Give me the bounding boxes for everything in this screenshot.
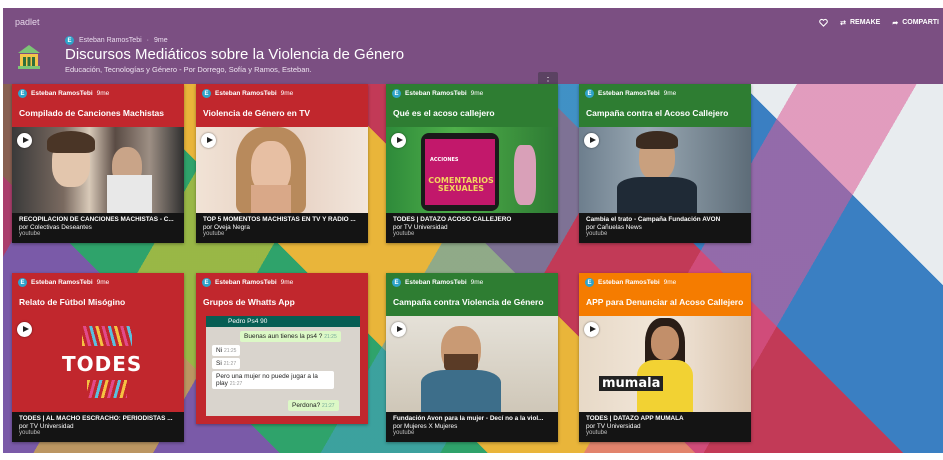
card-title: Violencia de Género en TV bbox=[203, 108, 311, 118]
padlet-board: padlet ⇄ REMAKE ➦ COMPARTI E Esteban Ram… bbox=[3, 8, 943, 453]
card-header: E Esteban RamosTebi 9me Relato de Fútbol M… bbox=[12, 273, 184, 316]
chat-message: Ni 21:25 bbox=[212, 345, 241, 356]
video-thumbnail[interactable]: mumala bbox=[579, 316, 751, 412]
play-icon[interactable] bbox=[201, 133, 216, 148]
remake-icon: ⇄ bbox=[840, 19, 846, 27]
card-header: E Esteban RamosTebi 9me Qué es el acoso ca… bbox=[386, 84, 558, 127]
card-footer: RECOPILACIÓN DE CANCIONES MACHISTAS - C.… bbox=[12, 213, 184, 243]
remake-button[interactable]: ⇄ REMAKE bbox=[840, 19, 880, 27]
play-icon[interactable] bbox=[17, 322, 32, 337]
card-title: APP para Denunciar al Acoso Callejero bbox=[586, 297, 744, 307]
board-description: Educación, Tecnologías y Género - Por Do… bbox=[65, 65, 312, 74]
card-footer: Cambia el trato - Campaña Fundación AVON… bbox=[579, 213, 751, 243]
card-title: Grupos de Whatts App bbox=[203, 297, 295, 307]
avatar[interactable]: E bbox=[65, 36, 74, 45]
avatar: E bbox=[392, 278, 401, 287]
chat-message: Buenas aun tienes la ps4 ? 21:25 bbox=[240, 331, 341, 342]
post-card[interactable]: E Esteban RamosTebi 9me Grupos de Whatts A… bbox=[196, 273, 368, 424]
post-card[interactable]: E Esteban RamosTebi 9me Campaña contra el … bbox=[579, 84, 751, 243]
post-card[interactable]: E Esteban RamosTebi 9me Qué es el acoso ca… bbox=[386, 84, 558, 243]
share-button[interactable]: ➦ COMPARTI bbox=[892, 19, 939, 27]
school-building-icon bbox=[18, 45, 40, 69]
author-name: Esteban RamosTebi bbox=[79, 37, 142, 44]
board-header: padlet ⇄ REMAKE ➦ COMPARTI E Esteban Ram… bbox=[3, 8, 943, 84]
chat-message: Perdona? 21:27 bbox=[288, 400, 339, 411]
play-icon[interactable] bbox=[584, 322, 599, 337]
avatar: E bbox=[18, 89, 27, 98]
card-title: Compilado de Canciones Machistas bbox=[19, 108, 165, 118]
card-footer: Fundación Avon para la mujer - Decí no a… bbox=[386, 412, 558, 442]
avatar: E bbox=[585, 278, 594, 287]
post-time: 9me bbox=[154, 37, 168, 44]
post-card[interactable]: E Esteban RamosTebi 9me Compilado de Canci… bbox=[12, 84, 184, 243]
board-title: Discursos Mediáticos sobre la Violencia … bbox=[65, 46, 405, 63]
video-thumbnail[interactable] bbox=[579, 127, 751, 213]
avatar: E bbox=[392, 89, 401, 98]
card-header: E Esteban RamosTebi 9me Campaña contra el … bbox=[579, 84, 751, 127]
like-button[interactable] bbox=[819, 18, 828, 27]
avatar: E bbox=[202, 89, 211, 98]
post-card[interactable]: E Esteban RamosTebi 9me APP para Denunciar… bbox=[579, 273, 751, 442]
play-icon[interactable] bbox=[391, 133, 406, 148]
share-icon: ➦ bbox=[892, 19, 899, 27]
post-card[interactable]: E Esteban RamosTebi 9me Violencia de Géner… bbox=[196, 84, 368, 243]
video-thumbnail[interactable]: TODES bbox=[12, 316, 184, 412]
video-thumbnail[interactable]: ACCIONES COMENTARIOS SEXUALES bbox=[386, 127, 558, 213]
play-icon[interactable] bbox=[391, 322, 406, 337]
card-title: Campaña contra el Acoso Callejero bbox=[586, 108, 729, 118]
card-header: E Esteban RamosTebi 9me APP para Denunciar… bbox=[579, 273, 751, 316]
heart-icon bbox=[819, 18, 828, 27]
avatar: E bbox=[18, 278, 27, 287]
card-footer: TOP 5 MOMENTOS MACHISTAS EN TV Y RADIO .… bbox=[196, 213, 368, 243]
card-title: Qué es el acoso callejero bbox=[393, 108, 495, 118]
video-thumbnail[interactable] bbox=[12, 127, 184, 213]
card-title: Relato de Fútbol Misógino bbox=[19, 297, 126, 307]
card-header: E Esteban RamosTebi 9me Grupos de Whatts A… bbox=[196, 273, 368, 316]
card-header: E Esteban RamosTebi 9me Compilado de Canci… bbox=[12, 84, 184, 127]
chat-message: Pero una mujer no puede jugar a la play … bbox=[212, 371, 334, 389]
video-thumbnail[interactable] bbox=[196, 127, 368, 213]
header-actions: ⇄ REMAKE ➦ COMPARTI bbox=[819, 18, 939, 27]
video-thumbnail[interactable] bbox=[386, 316, 558, 412]
post-card[interactable]: E Esteban RamosTebi 9me Relato de Fútbol M… bbox=[12, 273, 184, 442]
chat-screenshot: Pedro Ps4 90 Buenas aun tienes la ps4 ? … bbox=[206, 316, 360, 416]
board-author: E Esteban RamosTebi · 9me bbox=[65, 36, 168, 45]
card-header: E Esteban RamosTebi 9me Violencia de Géner… bbox=[196, 84, 368, 127]
play-icon[interactable] bbox=[584, 133, 599, 148]
avatar: E bbox=[202, 278, 211, 287]
post-card[interactable]: E Esteban RamosTebi 9me Campaña contra Vio… bbox=[386, 273, 558, 442]
padlet-logo-text[interactable]: padlet bbox=[15, 17, 40, 27]
card-footer: TODES | DATAZO ACOSO CALLEJERO por TV Un… bbox=[386, 213, 558, 243]
play-icon[interactable] bbox=[17, 133, 32, 148]
card-title: Campaña contra Violencia de Género bbox=[393, 297, 544, 307]
card-footer: TODES | DATAZO APP MUMALA por TV Univers… bbox=[579, 412, 751, 442]
chat-message: Si 21:27 bbox=[212, 358, 241, 369]
avatar: E bbox=[585, 89, 594, 98]
card-header: E Esteban RamosTebi 9me Campaña contra Vio… bbox=[386, 273, 558, 316]
card-footer: TODES | AL MACHO ESCRACHO: PERIODISTAS .… bbox=[12, 412, 184, 442]
